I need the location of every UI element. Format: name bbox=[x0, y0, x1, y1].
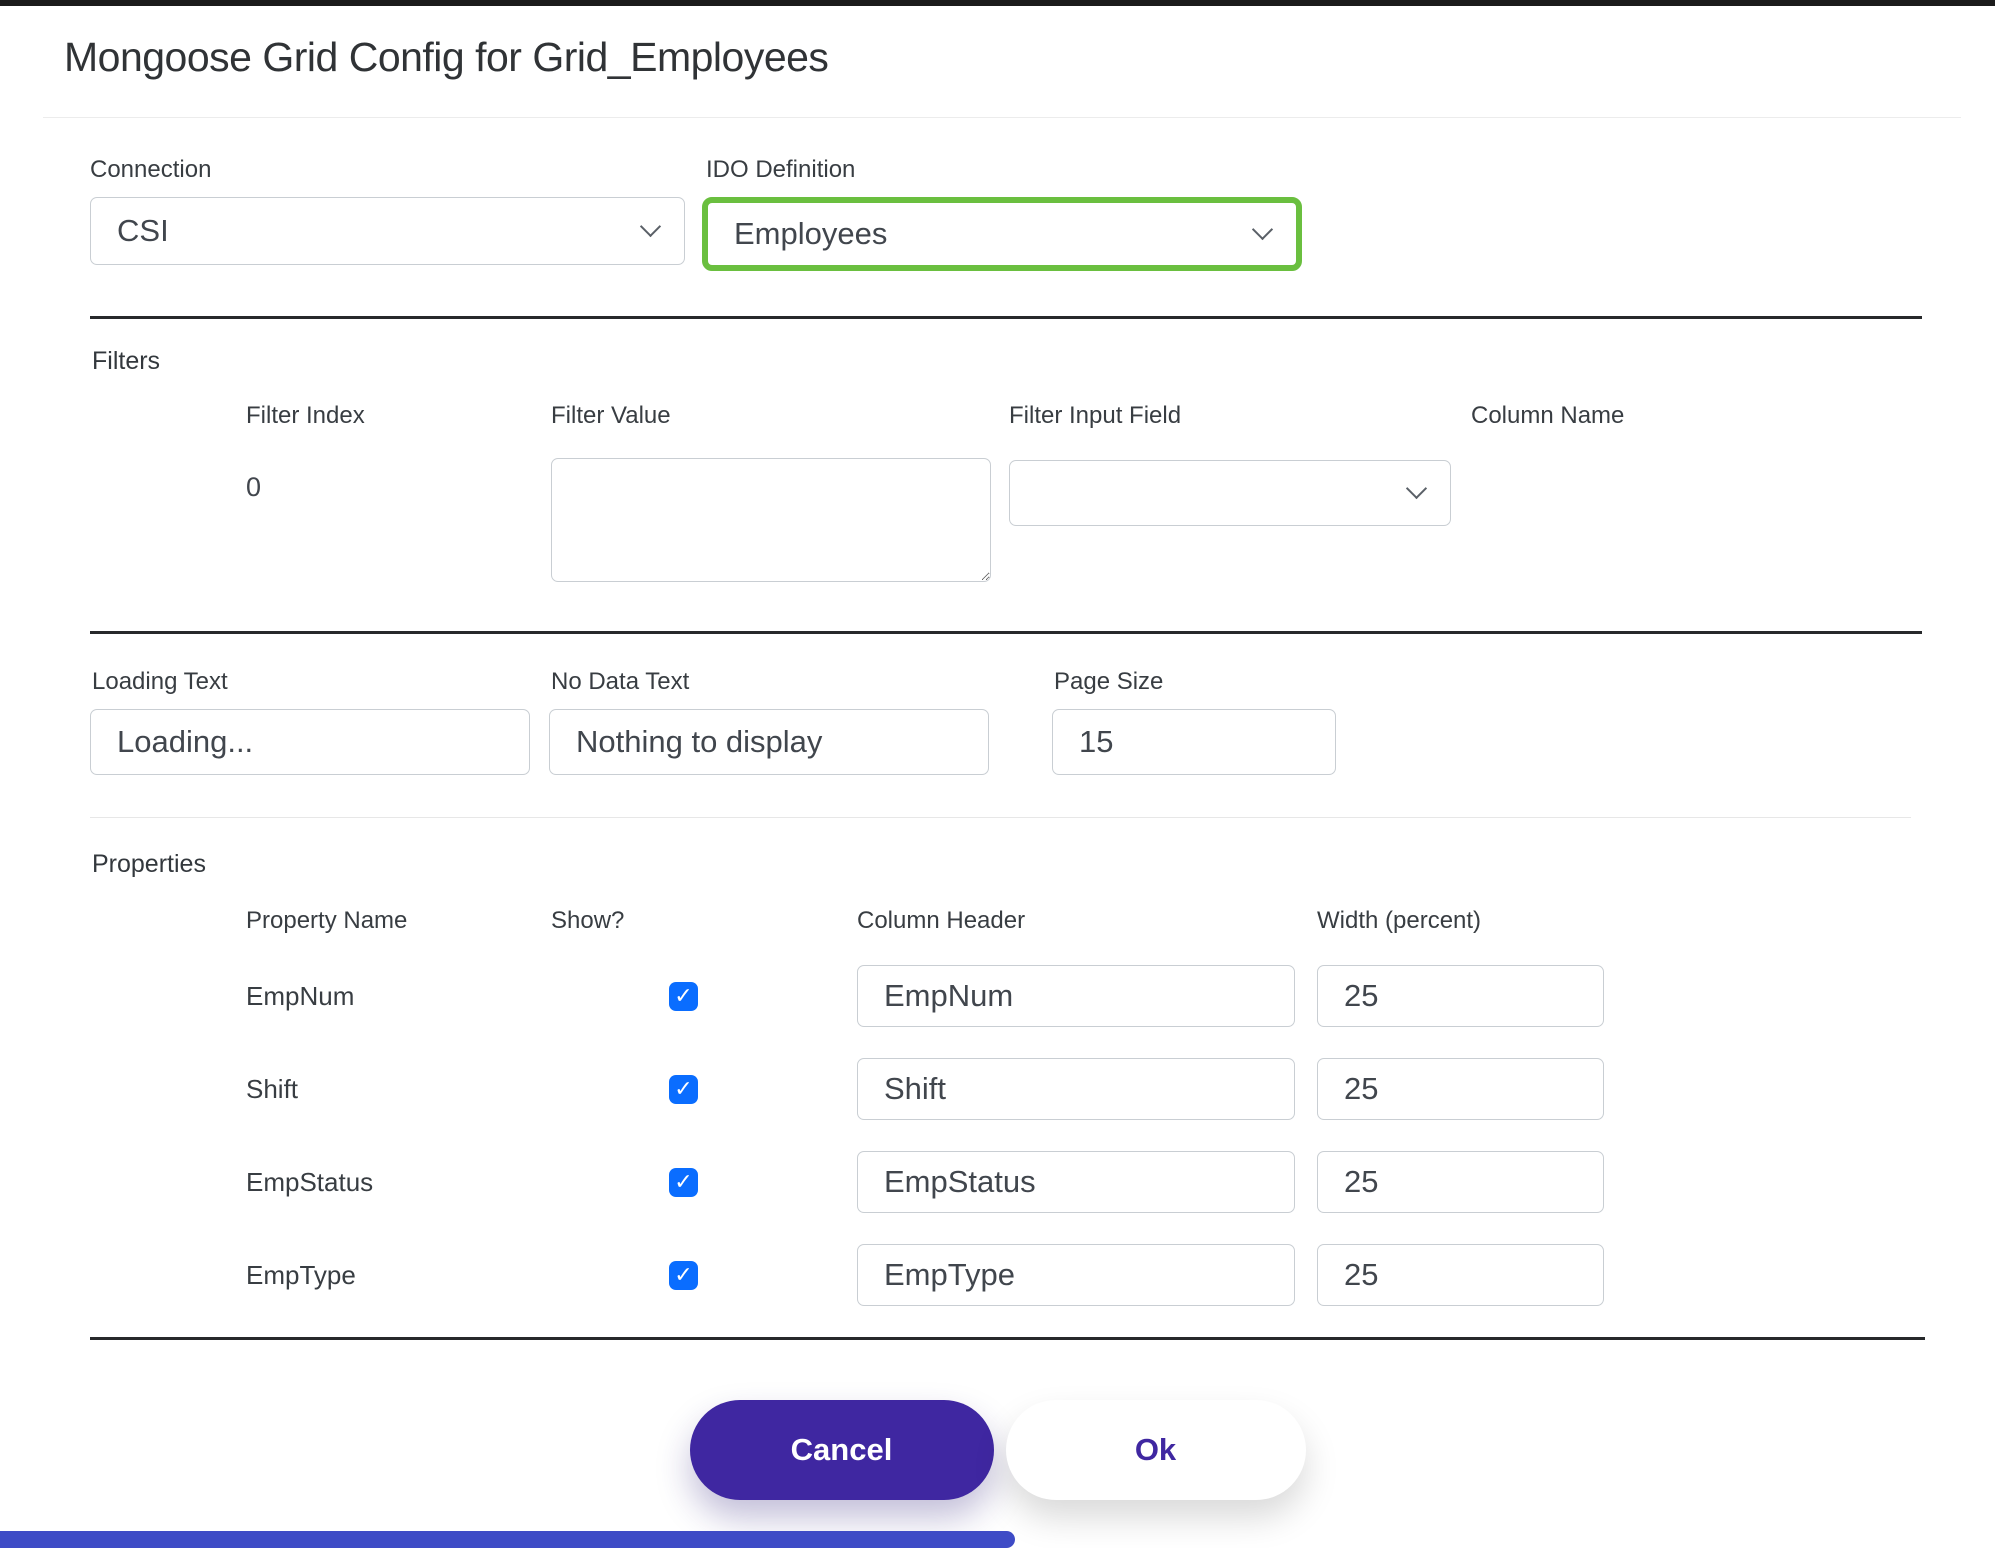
dialog-actions: Cancel Ok bbox=[0, 1400, 1995, 1500]
property-row: EmpType ✓ bbox=[246, 1244, 1995, 1306]
show-checkbox[interactable]: ✓ bbox=[669, 1168, 698, 1197]
show-checkbox[interactable]: ✓ bbox=[669, 1075, 698, 1104]
ido-definition-label: IDO Definition bbox=[706, 156, 1302, 184]
chevron-down-icon bbox=[640, 216, 661, 237]
filter-row: 0 bbox=[246, 458, 1995, 587]
filter-value-header: Filter Value bbox=[551, 402, 1009, 430]
column-header-input[interactable] bbox=[857, 965, 1295, 1027]
filter-index-header: Filter Index bbox=[246, 402, 551, 430]
grid-text-settings-row: Loading Text No Data Text Page Size bbox=[0, 668, 1995, 775]
column-name-header: Column Name bbox=[1471, 402, 1624, 430]
width-percent-header: Width (percent) bbox=[1317, 907, 1481, 935]
no-data-text-input[interactable] bbox=[549, 709, 989, 775]
ido-definition-select[interactable]: Employees bbox=[702, 197, 1302, 271]
filter-index-value: 0 bbox=[246, 458, 551, 503]
width-percent-input[interactable] bbox=[1317, 965, 1604, 1027]
filter-input-field-select[interactable] bbox=[1009, 460, 1451, 526]
connection-field: Connection CSI bbox=[90, 156, 685, 271]
chevron-down-icon bbox=[1252, 219, 1273, 240]
ido-definition-field: IDO Definition Employees bbox=[702, 156, 1302, 271]
page-size-label: Page Size bbox=[1054, 668, 1336, 696]
section-divider bbox=[90, 1337, 1925, 1340]
section-divider bbox=[90, 316, 1922, 319]
filter-value-textarea[interactable] bbox=[551, 458, 991, 582]
loading-text-field: Loading Text bbox=[90, 668, 530, 775]
width-percent-input[interactable] bbox=[1317, 1151, 1604, 1213]
connection-select[interactable]: CSI bbox=[90, 197, 685, 265]
loading-text-label: Loading Text bbox=[92, 668, 530, 696]
filters-section-label: Filters bbox=[92, 347, 1995, 376]
connection-select-value: CSI bbox=[117, 213, 169, 249]
no-data-text-label: No Data Text bbox=[551, 668, 989, 696]
checkmark-icon: ✓ bbox=[674, 1262, 692, 1288]
section-divider bbox=[90, 631, 1922, 634]
column-header-header: Column Header bbox=[857, 907, 1317, 935]
properties-rows: EmpNum ✓ Shift ✓ bbox=[0, 965, 1995, 1306]
checkmark-icon: ✓ bbox=[674, 983, 692, 1009]
show-checkbox[interactable]: ✓ bbox=[669, 1261, 698, 1290]
horizontal-scrollbar[interactable] bbox=[0, 1531, 1015, 1548]
property-name: EmpType bbox=[246, 1260, 551, 1291]
title-divider bbox=[43, 117, 1961, 118]
no-data-text-field: No Data Text bbox=[549, 668, 989, 775]
page-size-input[interactable] bbox=[1052, 709, 1336, 775]
page-size-field: Page Size bbox=[1052, 668, 1336, 775]
connection-row: Connection CSI IDO Definition Employees bbox=[0, 156, 1995, 271]
property-name: EmpNum bbox=[246, 981, 551, 1012]
chevron-down-icon bbox=[1406, 478, 1427, 499]
page-title: Mongoose Grid Config for Grid_Employees bbox=[64, 34, 1995, 81]
column-header-input[interactable] bbox=[857, 1058, 1295, 1120]
filters-header-row: Filter Index Filter Value Filter Input F… bbox=[246, 402, 1995, 430]
property-row: EmpNum ✓ bbox=[246, 965, 1995, 1027]
properties-header-row: Property Name Show? Column Header Width … bbox=[246, 907, 1995, 935]
connection-label: Connection bbox=[90, 156, 685, 184]
light-divider bbox=[90, 817, 1911, 818]
filter-input-field-header: Filter Input Field bbox=[1009, 402, 1471, 430]
column-header-input[interactable] bbox=[857, 1244, 1295, 1306]
cancel-button[interactable]: Cancel bbox=[690, 1400, 994, 1500]
width-percent-input[interactable] bbox=[1317, 1244, 1604, 1306]
properties-section-label: Properties bbox=[92, 850, 1995, 879]
show-checkbox[interactable]: ✓ bbox=[669, 982, 698, 1011]
property-name: Shift bbox=[246, 1074, 551, 1105]
filters-section: Filters Filter Index Filter Value Filter… bbox=[0, 347, 1995, 587]
property-name: EmpStatus bbox=[246, 1167, 551, 1198]
loading-text-input[interactable] bbox=[90, 709, 530, 775]
column-header-input[interactable] bbox=[857, 1151, 1295, 1213]
show-header: Show? bbox=[551, 907, 857, 935]
width-percent-input[interactable] bbox=[1317, 1058, 1604, 1120]
ido-definition-select-value: Employees bbox=[734, 216, 887, 252]
property-row: EmpStatus ✓ bbox=[246, 1151, 1995, 1213]
ok-button[interactable]: Ok bbox=[1006, 1400, 1306, 1500]
checkmark-icon: ✓ bbox=[674, 1076, 692, 1102]
property-row: Shift ✓ bbox=[246, 1058, 1995, 1120]
checkmark-icon: ✓ bbox=[674, 1169, 692, 1195]
properties-section: Properties Property Name Show? Column He… bbox=[0, 850, 1995, 1306]
top-black-bar bbox=[0, 0, 1995, 6]
property-name-header: Property Name bbox=[246, 907, 551, 935]
